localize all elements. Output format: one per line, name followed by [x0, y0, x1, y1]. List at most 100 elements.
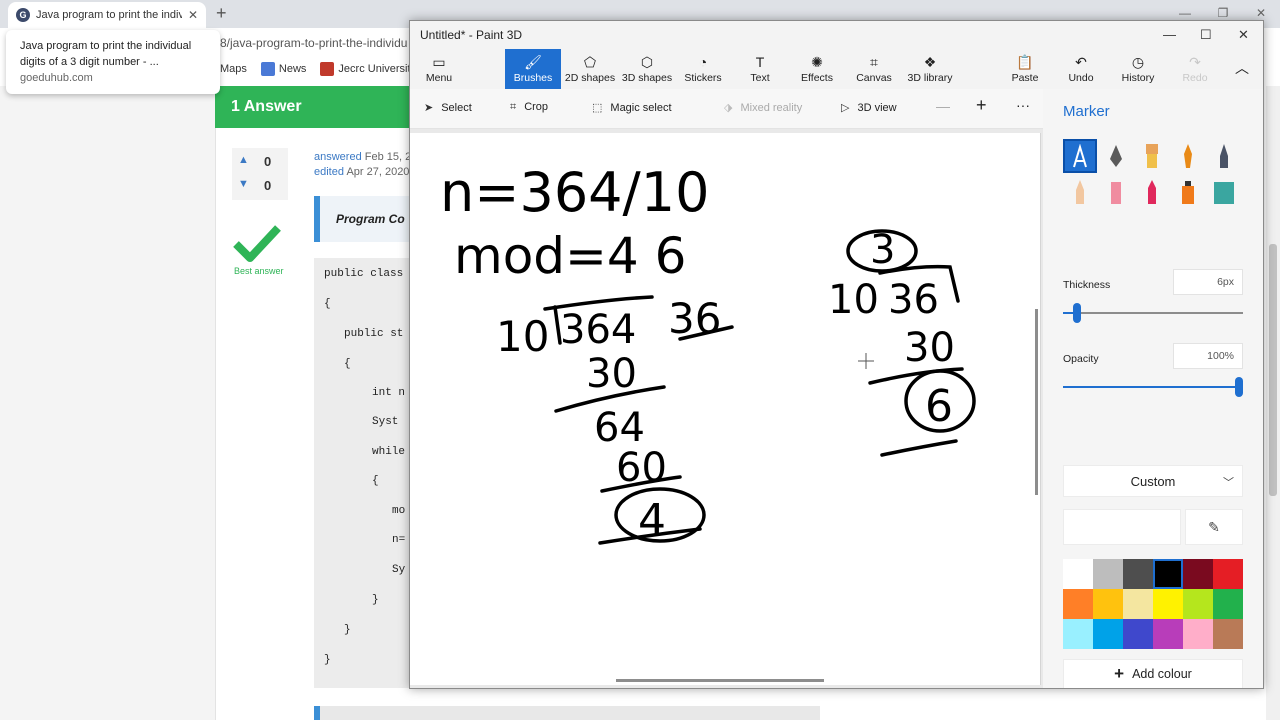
address-bar-text[interactable]: 8/java-program-to-print-the-individu	[220, 36, 407, 50]
bookmark-news[interactable]: News	[260, 62, 306, 76]
menu-button[interactable]: ▭ Menu	[418, 49, 460, 89]
color-swatch[interactable]	[1063, 589, 1093, 619]
chevron-up-icon: ︿	[1235, 60, 1249, 76]
color-swatch[interactable]	[1213, 559, 1243, 589]
redo-label: Redo	[1182, 72, 1208, 84]
text-button[interactable]: T Text	[745, 49, 775, 89]
thickness-slider-knob[interactable]	[1073, 303, 1081, 323]
maximize-button[interactable]: ☐	[1200, 27, 1212, 43]
best-answer-check-icon	[233, 225, 281, 262]
color-mode-dropdown[interactable]: Custom ﹀	[1063, 465, 1243, 497]
thickness-input[interactable]: 6px	[1173, 269, 1243, 295]
color-swatch[interactable]	[1183, 589, 1213, 619]
left-dividend: 364	[560, 307, 636, 353]
eyedropper-button[interactable]: ✎	[1185, 509, 1243, 545]
canvas-vertical-scrollbar[interactable]	[1035, 309, 1038, 495]
brushes-button[interactable]: 🖌 Brushes	[505, 49, 561, 89]
drawing-canvas[interactable]: n=364/10 mod=4 6 10 364 36 30 64 60 4 3 …	[410, 133, 1041, 685]
select-tool[interactable]: ➤ Select	[424, 101, 472, 114]
color-swatch[interactable]	[1123, 589, 1153, 619]
zoom-in-button[interactable]: +	[976, 95, 987, 116]
fill-brush[interactable]	[1207, 175, 1241, 209]
calligraphy-pen-brush[interactable]	[1099, 139, 1133, 173]
cursor-icon: ➤	[424, 102, 434, 114]
effects-icon: ✺	[811, 54, 823, 70]
select-label: Select	[441, 102, 472, 114]
marker-icon	[1073, 144, 1087, 168]
code-line: while	[372, 446, 406, 458]
color-swatch[interactable]	[1153, 559, 1183, 589]
opacity-slider[interactable]	[1063, 377, 1243, 397]
new-tab-button[interactable]: +	[216, 3, 227, 24]
marker-brush[interactable]	[1063, 139, 1097, 173]
opacity-input[interactable]: 100%	[1173, 343, 1243, 369]
thickness-slider[interactable]	[1063, 303, 1243, 323]
color-swatch[interactable]	[1213, 589, 1243, 619]
upvote-icon[interactable]: ▲	[238, 154, 249, 166]
magic-select-tool[interactable]: ⬚ Magic select	[592, 101, 672, 114]
color-swatch[interactable]	[1123, 559, 1153, 589]
close-button[interactable]: ✕	[1238, 27, 1249, 43]
answered-link[interactable]: answered	[314, 151, 362, 163]
2d-shapes-button[interactable]: ⬠ 2D shapes	[565, 49, 615, 89]
color-swatch[interactable]	[1153, 619, 1183, 649]
brushes-label: Brushes	[513, 72, 553, 84]
tab-close-icon[interactable]: ✕	[188, 8, 198, 22]
3d-shapes-button[interactable]: ⬡ 3D shapes	[622, 49, 672, 89]
color-swatch[interactable]	[1093, 619, 1123, 649]
mixed-reality-icon: ⬗	[724, 102, 733, 114]
drawing-line2: mod=4 6	[454, 227, 686, 285]
zoom-out-button[interactable]: —	[936, 98, 950, 114]
hover-card-domain: goeduhub.com	[20, 72, 93, 84]
more-options-button[interactable]: ···	[1016, 97, 1030, 113]
collapse-ribbon-button[interactable]: ︿	[1232, 49, 1252, 89]
crosshair-cursor-icon	[858, 353, 874, 369]
bookmark-maps[interactable]: Maps	[220, 63, 247, 75]
opacity-label: Opacity	[1063, 353, 1099, 365]
stickers-button[interactable]: ◔ Stickers	[682, 49, 724, 89]
color-swatch[interactable]	[1153, 589, 1183, 619]
3d-view-toggle[interactable]: ▷ 3D view	[841, 101, 897, 114]
watercolor-brush[interactable]	[1171, 139, 1205, 173]
pixel-pen-brush[interactable]	[1207, 139, 1241, 173]
tab-hover-card: Java program to print the individual dig…	[6, 30, 220, 94]
undo-button[interactable]: ↶ Undo	[1066, 49, 1096, 89]
minimize-button[interactable]: —	[1163, 27, 1176, 42]
spray-can-brush[interactable]	[1171, 175, 1205, 209]
browser-tab[interactable]: G Java program to print the individ ✕	[8, 2, 206, 28]
effects-button[interactable]: ✺ Effects	[798, 49, 836, 89]
redo-button[interactable]: ↷ Redo	[1180, 49, 1210, 89]
color-swatch[interactable]	[1183, 559, 1213, 589]
eraser-brush[interactable]	[1099, 175, 1133, 209]
brush-side-panel: Marker Thickness 6px Opacity 100% Custom…	[1043, 89, 1263, 688]
color-swatch[interactable]	[1093, 589, 1123, 619]
downvote-icon[interactable]: ▼	[238, 178, 249, 190]
code-line: }	[372, 594, 379, 606]
history-button[interactable]: ◷ History	[1120, 49, 1156, 89]
color-swatch[interactable]	[1123, 619, 1153, 649]
page-scrollbar[interactable]	[1266, 86, 1280, 720]
color-swatch[interactable]	[1183, 619, 1213, 649]
jecrc-icon	[320, 62, 335, 76]
canvas-horizontal-scrollbar[interactable]	[616, 679, 824, 682]
mixed-reality-tool[interactable]: ⬗ Mixed reality	[724, 101, 802, 114]
color-swatch[interactable]	[1063, 619, 1093, 649]
add-colour-button[interactable]: + Add colour	[1063, 659, 1243, 688]
3d-library-button[interactable]: ❖ 3D library	[906, 49, 954, 89]
edited-link[interactable]: edited	[314, 166, 344, 178]
paste-button[interactable]: 📋 Paste	[1010, 49, 1040, 89]
color-swatch[interactable]	[1093, 559, 1123, 589]
canvas-button[interactable]: ⌗ Canvas	[855, 49, 893, 89]
crayon-brush[interactable]	[1135, 175, 1169, 209]
color-swatch[interactable]	[1063, 559, 1093, 589]
pencil-brush[interactable]	[1063, 175, 1097, 209]
answer-count-header: 1 Answer	[215, 86, 415, 128]
right-step: 30	[904, 325, 955, 371]
color-swatch[interactable]	[1213, 619, 1243, 649]
crop-tool[interactable]: ⌗ Crop	[510, 101, 548, 114]
undo-icon: ↶	[1075, 54, 1087, 70]
color-palette	[1063, 559, 1243, 649]
opacity-slider-knob[interactable]	[1235, 377, 1243, 397]
oil-brush[interactable]	[1135, 139, 1169, 173]
page-scrollbar-thumb[interactable]	[1269, 244, 1277, 496]
